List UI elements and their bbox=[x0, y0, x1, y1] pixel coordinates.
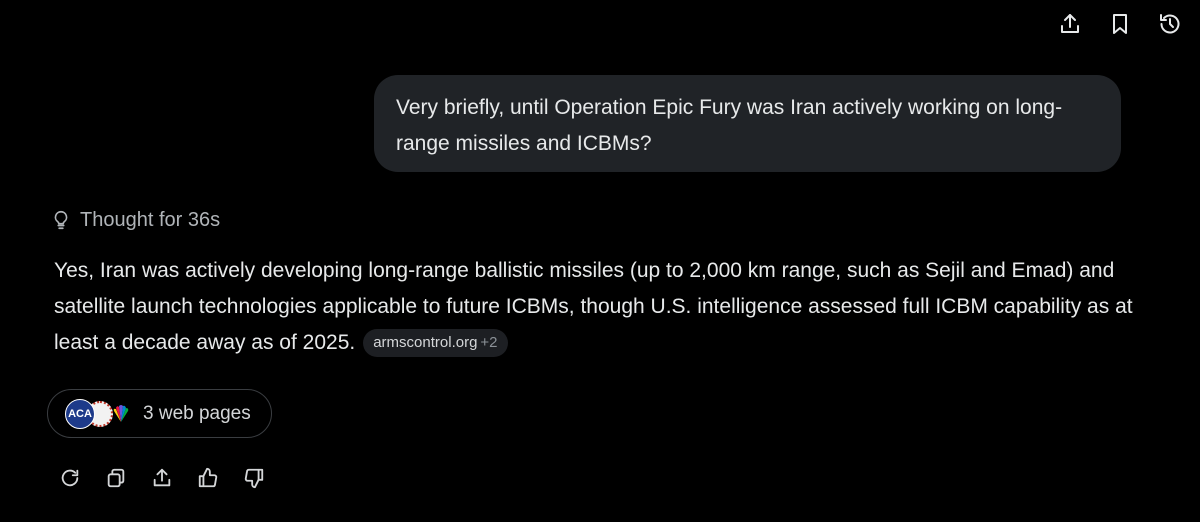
source-chip[interactable]: armscontrol.org +2 bbox=[363, 329, 508, 357]
thumbs-up-icon bbox=[198, 467, 218, 488]
copy-icon bbox=[107, 468, 125, 488]
user-message-text: Very briefly, until Operation Epic Fury … bbox=[396, 96, 1063, 155]
thumbs-down-icon bbox=[244, 468, 264, 489]
aca-favicon: ACA bbox=[65, 398, 95, 429]
regenerate-icon bbox=[61, 469, 79, 487]
answer-text: Yes, Iran was actively developing long-r… bbox=[54, 259, 1133, 354]
share-icon bbox=[1061, 14, 1079, 33]
thought-label: Thought for 36s bbox=[80, 208, 221, 231]
history-icon bbox=[1160, 14, 1180, 34]
share-icon bbox=[153, 468, 171, 487]
web-pages-button[interactable]: ACA 3 web pages bbox=[47, 389, 272, 438]
bookmark-icon bbox=[1113, 14, 1127, 34]
web-pages-label: 3 web pages bbox=[143, 402, 251, 424]
source-chip-domain: armscontrol.org bbox=[373, 334, 478, 351]
thought-toggle[interactable]: Thought for 36s bbox=[50, 205, 220, 235]
thumbs-up-button[interactable] bbox=[192, 460, 224, 496]
assistant-answer: Yes, Iran was actively developing long-r… bbox=[54, 253, 1154, 361]
response-actions bbox=[54, 460, 270, 496]
user-message-bubble: Very briefly, until Operation Epic Fury … bbox=[374, 75, 1121, 172]
share-button[interactable] bbox=[1052, 6, 1088, 42]
regenerate-button[interactable] bbox=[54, 460, 86, 496]
top-actions bbox=[1052, 6, 1188, 42]
source-chip-more: +2 bbox=[480, 334, 498, 351]
lightbulb-icon bbox=[54, 210, 68, 230]
copy-button[interactable] bbox=[100, 460, 132, 496]
bookmark-button[interactable] bbox=[1102, 6, 1138, 42]
thumbs-down-button[interactable] bbox=[238, 460, 270, 496]
share-response-button[interactable] bbox=[146, 460, 178, 496]
history-button[interactable] bbox=[1152, 6, 1188, 42]
source-favicons: ACA bbox=[65, 398, 135, 429]
